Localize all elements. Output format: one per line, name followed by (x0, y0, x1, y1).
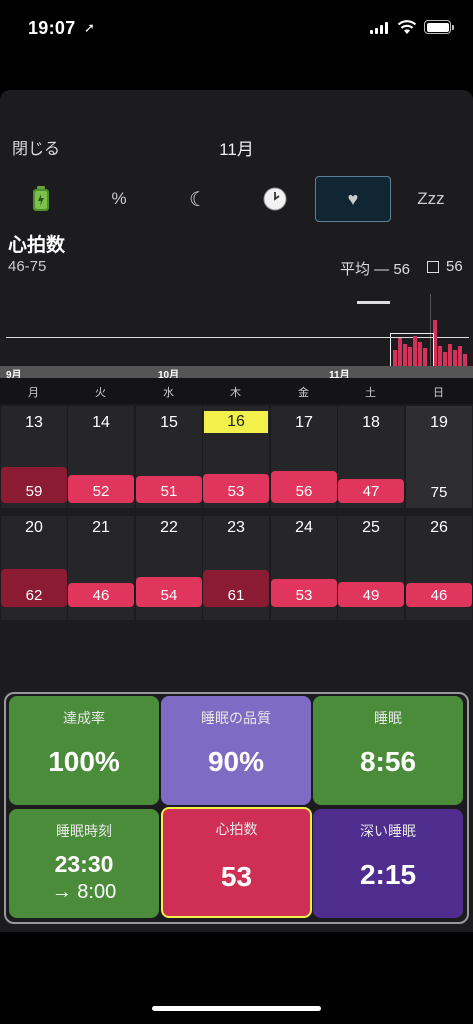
tab-time[interactable] (237, 176, 313, 222)
heart-rate-value: 59 (1, 467, 67, 503)
weekday-label: 水 (163, 387, 174, 399)
tile-value: 53 (220, 861, 253, 892)
heart-rate-value: 54 (136, 577, 202, 607)
weekday-label: 金 (298, 387, 309, 399)
weekday-label: 木 (230, 387, 241, 399)
metric-range: 46-75 (8, 258, 47, 275)
tile-label: 深い睡眠 (360, 823, 416, 839)
average-label: 平均 ― 56 (340, 261, 411, 278)
month-title: 11月 (219, 140, 254, 159)
day-number: 18 (362, 414, 380, 431)
tile-label: 睡眠の品質 (201, 710, 271, 726)
heart-rate-value: 53 (271, 579, 337, 607)
tile-label: 達成率 (63, 710, 105, 726)
square-icon (427, 261, 439, 273)
day-number: 20 (25, 519, 43, 536)
percent-icon: % (111, 189, 127, 208)
heart-rate-value: 51 (136, 476, 202, 503)
day-number: 26 (430, 519, 448, 536)
cellular-signal-icon (370, 22, 390, 34)
tab-sleep[interactable]: ☾ (160, 176, 236, 222)
tile-sleep-quality[interactable]: 睡眠の品質 90% (161, 696, 311, 805)
day-number: 23 (227, 519, 245, 536)
weekday-label: 日 (433, 387, 444, 399)
day-number: 17 (295, 414, 313, 431)
tile-label: 睡眠時刻 (56, 823, 112, 839)
tab-zzz[interactable]: Zzz (393, 176, 469, 222)
tile-achievement[interactable]: 達成率 100% (9, 696, 159, 805)
day-number: 21 (92, 519, 110, 536)
day-number: 13 (25, 414, 43, 431)
tile-value: 90% (207, 746, 265, 777)
tab-percent[interactable]: % (81, 176, 157, 222)
heart-rate-value: 46 (68, 583, 134, 607)
battery-icon (33, 186, 49, 211)
status-time: 19:07 (28, 18, 76, 38)
day-number: 22 (160, 519, 178, 536)
tab-battery[interactable] (3, 176, 79, 222)
tile-heart-rate[interactable]: 心拍数 53 (161, 807, 312, 918)
wifi-icon (397, 20, 417, 34)
day-number: 14 (92, 414, 110, 431)
timeline-month-band (0, 366, 473, 378)
weekday-label: 月 (28, 387, 39, 399)
zzz-icon: Zzz (417, 189, 445, 208)
heart-rate-value: 62 (1, 569, 67, 607)
close-button[interactable]: 閉じる (12, 135, 60, 159)
day-number: 19 (430, 414, 448, 431)
heart-rate-value: 46 (406, 583, 472, 607)
day-number: 25 (362, 519, 380, 536)
heart-rate-value: 47 (338, 479, 404, 503)
heart-rate-value: 61 (203, 570, 269, 607)
average-marker (357, 301, 390, 304)
tile-value: 100% (48, 746, 120, 777)
home-indicator[interactable] (152, 1006, 321, 1011)
tile-sleep-duration[interactable]: 睡眠 8:56 (313, 696, 463, 805)
tile-value: 8:56 (359, 746, 417, 777)
battery-icon (424, 20, 454, 34)
tile-label: 心拍数 (215, 821, 258, 837)
heart-rate-value: 56 (271, 471, 337, 503)
heart-icon: ♥ (347, 188, 359, 209)
tile-value: 23:30 (54, 851, 114, 877)
moon-icon: ☾ (189, 188, 207, 211)
tile-label: 睡眠 (374, 710, 402, 726)
timeline-selection[interactable] (390, 333, 434, 368)
heart-rate-value: 75 (430, 484, 448, 501)
heart-rate-value: 49 (338, 582, 404, 607)
metric-title: 心拍数 (8, 235, 66, 256)
today-day-number: 16 (204, 411, 268, 433)
weekday-label: 火 (95, 387, 106, 399)
clock-icon (263, 187, 287, 211)
heart-rate-value: 52 (68, 475, 134, 503)
tile-sleep-time[interactable]: 睡眠時刻 23:30 → 8:00 (9, 809, 159, 918)
tile-deep-sleep[interactable]: 深い睡眠 2:15 (313, 809, 463, 918)
location-arrow-icon: ➚ (84, 20, 95, 35)
day-number: 24 (295, 519, 313, 536)
tab-heart-rate[interactable]: ♥ (315, 176, 391, 222)
heart-rate-value: 53 (203, 474, 269, 503)
weekday-label: 土 (365, 387, 376, 399)
tile-value: 2:15 (359, 859, 417, 890)
tile-value-secondary: → 8:00 (51, 881, 117, 903)
day-number: 15 (160, 414, 178, 431)
box-value: 56 (446, 258, 463, 275)
